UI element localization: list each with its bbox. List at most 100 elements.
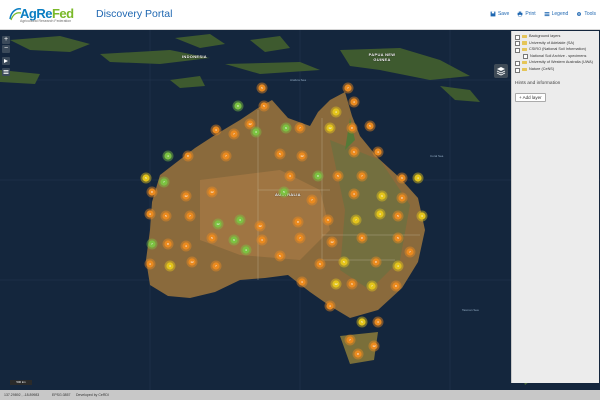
cluster-marker[interactable]: 8 (356, 232, 368, 244)
cluster-marker[interactable]: 3 (256, 234, 268, 246)
cluster-marker[interactable]: 7 (366, 280, 378, 292)
map-view[interactable]: INDONESIA PAPUA NEW GUINEA AUSTRALIA NEW… (0, 30, 600, 390)
cluster-marker[interactable]: 12 (368, 340, 380, 352)
cluster-marker[interactable]: 7 (220, 150, 232, 162)
cluster-marker[interactable]: 12 (324, 122, 336, 134)
layer-item-adelaide[interactable]: University of Adelaide (SA) (512, 41, 599, 47)
cluster-marker[interactable]: 5 (258, 100, 270, 112)
cluster-marker[interactable]: 8 (232, 100, 244, 112)
cluster-marker[interactable]: 9 (346, 278, 358, 290)
cluster-marker[interactable]: 12 (254, 220, 266, 232)
zoom-out-button[interactable]: − (2, 45, 10, 53)
cluster-marker[interactable]: 4 (374, 208, 386, 220)
layer-checkbox[interactable] (515, 60, 520, 66)
print-button[interactable]: Print (517, 11, 536, 17)
cluster-marker[interactable]: 3 (234, 214, 246, 226)
cluster-marker[interactable]: 7 (356, 170, 368, 182)
cluster-marker[interactable]: 3 (210, 124, 222, 136)
cluster-marker[interactable]: 3 (164, 260, 176, 272)
cluster-marker[interactable]: 12 (330, 278, 342, 290)
cluster-marker[interactable]: 8 (390, 280, 402, 292)
cluster-marker[interactable]: 4 (144, 208, 156, 220)
cluster-marker[interactable]: 3 (284, 170, 296, 182)
tools-button[interactable]: Tools (576, 11, 596, 17)
layer-item-background[interactable]: Background layers (512, 34, 599, 40)
cluster-marker[interactable]: 9 (314, 258, 326, 270)
cluster-marker[interactable]: 4 (372, 146, 384, 158)
cluster-marker[interactable]: 3 (250, 126, 262, 138)
save-button[interactable]: Save (490, 11, 509, 17)
cluster-marker[interactable]: 7 (350, 214, 362, 226)
cluster-marker[interactable]: 4 (162, 150, 174, 162)
cluster-marker[interactable]: 9 (280, 122, 292, 134)
cluster-marker[interactable]: 4 (180, 240, 192, 252)
cluster-marker[interactable]: 7 (210, 260, 222, 272)
cluster-marker[interactable]: 7 (404, 246, 416, 258)
layer-checkbox[interactable] (515, 41, 520, 47)
cluster-marker[interactable]: 12 (296, 150, 308, 162)
cluster-marker[interactable]: 5 (392, 232, 404, 244)
cluster-marker[interactable]: 8 (352, 348, 364, 360)
cluster-marker[interactable]: 5 (332, 170, 344, 182)
cluster-marker[interactable]: 3 (348, 188, 360, 200)
cluster-marker[interactable]: 4 (348, 96, 360, 108)
cluster-marker[interactable]: 4 (144, 258, 156, 270)
cluster-marker[interactable]: 5 (364, 120, 376, 132)
cluster-marker[interactable]: 12 (186, 256, 198, 268)
cluster-marker[interactable]: 7 (228, 128, 240, 140)
layer-checkbox[interactable] (515, 47, 520, 53)
cluster-marker[interactable]: 8 (182, 150, 194, 162)
cluster-marker[interactable]: 9 (396, 172, 408, 184)
cluster-marker[interactable]: 8 (146, 186, 158, 198)
cluster-marker[interactable]: 4 (324, 300, 336, 312)
cluster-marker[interactable]: 3 (372, 316, 384, 328)
cluster-marker[interactable]: 4 (330, 106, 342, 118)
cluster-marker[interactable]: 4 (392, 260, 404, 272)
cluster-marker[interactable]: 7 (158, 176, 170, 188)
layers-toggle-button[interactable] (494, 64, 508, 78)
cluster-marker[interactable]: 12 (326, 236, 338, 248)
layer-item-uwa[interactable]: University of Western Australia (UWA) (512, 60, 599, 66)
cluster-marker[interactable]: 5 (256, 82, 268, 94)
cluster-marker[interactable]: 12 (206, 186, 218, 198)
cluster-marker[interactable]: 8 (292, 216, 304, 228)
cluster-marker[interactable]: 5 (274, 148, 286, 160)
cluster-marker[interactable]: 7 (344, 334, 356, 346)
cluster-marker[interactable]: 9 (228, 234, 240, 246)
cluster-marker[interactable]: 9 (376, 190, 388, 202)
cluster-marker[interactable]: 5 (206, 232, 218, 244)
cluster-marker[interactable]: 4 (412, 172, 424, 184)
cluster-marker[interactable]: 5 (392, 210, 404, 222)
cluster-marker[interactable]: 7 (306, 194, 318, 206)
cluster-marker[interactable]: 8 (346, 122, 358, 134)
cluster-marker[interactable]: 7 (294, 232, 306, 244)
cluster-marker[interactable]: 12 (180, 190, 192, 202)
cluster-marker[interactable]: 3 (416, 210, 428, 222)
cluster-marker[interactable]: 7 (294, 122, 306, 134)
layer-item-soil-archive[interactable]: National Soil Archive - specimens (512, 54, 599, 60)
locate-button[interactable] (2, 57, 10, 65)
cluster-marker[interactable]: 9 (348, 146, 360, 158)
cluster-marker[interactable]: 4 (240, 244, 252, 256)
cluster-marker[interactable]: 5 (278, 186, 290, 198)
legend-button[interactable]: Legend (544, 11, 568, 17)
cluster-marker[interactable]: 8 (396, 192, 408, 204)
layer-checkbox[interactable] (515, 67, 520, 73)
cluster-marker[interactable]: 5 (356, 316, 368, 328)
layer-checkbox[interactable] (515, 34, 520, 40)
cluster-marker[interactable]: 5 (160, 210, 172, 222)
cluster-marker[interactable]: 5 (338, 256, 350, 268)
add-layer-button[interactable]: + Add layer (515, 92, 546, 102)
cluster-marker[interactable]: 12 (212, 218, 224, 230)
agrefed-logo[interactable]: AgReFed Agricultural Research Federation (6, 4, 78, 28)
cluster-marker[interactable]: 8 (162, 238, 174, 250)
cluster-marker[interactable]: 3 (296, 276, 308, 288)
layer-checkbox[interactable] (523, 54, 528, 60)
cluster-marker[interactable]: 7 (342, 82, 354, 94)
cluster-marker[interactable]: 7 (146, 238, 158, 250)
cluster-marker[interactable]: 8 (370, 256, 382, 268)
cluster-marker[interactable]: 5 (274, 250, 286, 262)
cluster-marker[interactable]: 8 (312, 170, 324, 182)
zoom-in-button[interactable]: + (2, 36, 10, 44)
cluster-marker[interactable]: 9 (322, 214, 334, 226)
